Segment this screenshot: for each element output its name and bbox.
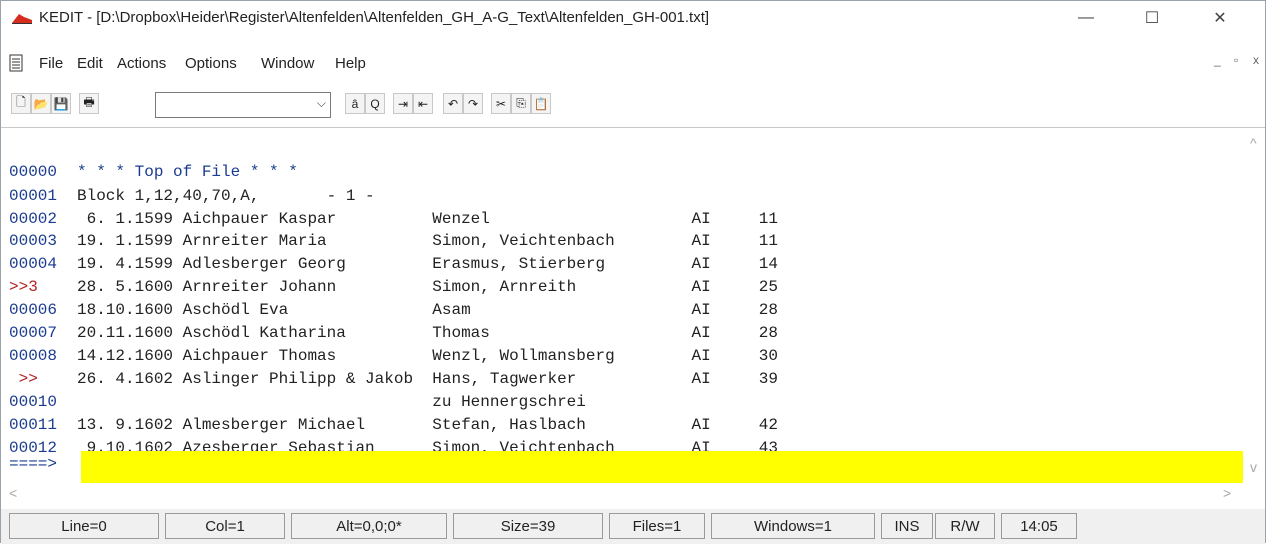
menu-window[interactable]: Window — [261, 55, 314, 72]
menu-bar: File Edit Actions Options Window Help _ … — [1, 53, 1265, 85]
toolbar-divider — [1, 127, 1265, 128]
editor-line[interactable]: 00011 13. 9.1602 Almesberger Michael Stef… — [9, 392, 1243, 434]
kedit-shoe-icon — [12, 14, 32, 24]
editor-line[interactable]: >>3 28. 5.1600 Arnreiter Johann Simon, A… — [9, 254, 1243, 296]
mdi-minimize-icon[interactable]: _ — [1214, 53, 1221, 67]
outdent-button[interactable]: ⇤ — [413, 93, 433, 114]
toolbar: 🗋 📂 💾 🖶 ⌵ â Q ⇥ ⇤ ↶ ↷ ✂ ⎘ 📋 — [9, 89, 709, 119]
vertical-scrollbar[interactable]: ^ v — [1245, 131, 1265, 485]
minimize-button[interactable]: — — [1063, 1, 1109, 35]
new-file-button[interactable]: 🗋 — [11, 93, 31, 114]
status-line: Line=0 — [9, 513, 159, 539]
new-file-icon: 🗋 — [16, 95, 26, 109]
find-icon: Q — [370, 96, 380, 111]
copy-button[interactable]: ⎘ — [511, 93, 531, 114]
open-folder-button[interactable]: 📂 — [31, 93, 51, 114]
cut-button[interactable]: ✂ — [491, 93, 511, 114]
editor-line[interactable]: 00012 9.10.1602 Azesberger Sebastian Sim… — [9, 415, 1243, 457]
menu-edit[interactable]: Edit — [77, 55, 103, 72]
minimize-icon: — — [1078, 9, 1094, 26]
command-line: ====> — [9, 451, 1243, 483]
undo-icon: ↶ — [447, 96, 459, 111]
editor-line[interactable]: 00002 6. 1.1599 Aichpauer Kaspar Wenzel … — [9, 186, 1243, 228]
outdent-icon: ⇤ — [417, 96, 429, 111]
editor-line[interactable]: 00007 20.11.1600 Aschödl Katharina Thomas… — [9, 300, 1243, 342]
print-icon: 🖶 — [83, 95, 95, 109]
print-button[interactable]: 🖶 — [79, 93, 99, 114]
status-bar: Line=0 Col=1 Alt=0,0;0* Size=39 Files=1 … — [1, 509, 1265, 544]
command-input[interactable] — [81, 451, 1243, 483]
mdi-close-icon[interactable]: x — [1253, 53, 1259, 67]
maximize-icon: ☐ — [1144, 10, 1160, 27]
scroll-up-icon[interactable]: ^ — [1250, 135, 1257, 151]
command-prefix: ====> — [9, 455, 58, 473]
open-folder-icon: 📂 — [33, 96, 49, 111]
indent-button[interactable]: ⇥ — [393, 93, 413, 114]
editor-line[interactable]: 00004 19. 4.1599 Adlesberger Georg Erasmu… — [9, 231, 1243, 273]
paste-button[interactable]: 📋 — [531, 93, 551, 114]
find-replace-button[interactable]: â — [345, 93, 365, 114]
editor-area[interactable]: 00000 * * * Top of File * * * 00001 Block … — [9, 139, 1243, 483]
editor-line[interactable]: 00008 14.12.1600 Aichpauer Thomas Wenzl, … — [9, 323, 1243, 365]
editor-line[interactable]: 00001 Block 1,12,40,70,A, - 1 - — [9, 163, 1243, 205]
title-bar[interactable]: KEDIT - [D:\Dropbox\Heider\Register\Alte… — [1, 1, 1265, 35]
status-windows: Windows=1 — [711, 513, 875, 539]
save-icon: 💾 — [53, 96, 69, 111]
redo-icon: ↷ — [467, 96, 479, 111]
cut-icon: ✂ — [495, 96, 507, 111]
status-files: Files=1 — [609, 513, 705, 539]
find-replace-icon: â — [351, 96, 359, 111]
editor-line[interactable]: 00010 zu Hennergschrei — [9, 369, 1243, 411]
menu-file[interactable]: File — [39, 55, 63, 72]
paste-icon: 📋 — [533, 96, 549, 111]
save-button[interactable]: 💾 — [51, 93, 71, 114]
status-time: 14:05 — [1001, 513, 1077, 539]
maximize-button[interactable]: ☐ — [1129, 1, 1175, 35]
editor-line[interactable]: 00006 18.10.1600 Aschödl Eva Asam AI 28 — [9, 277, 1243, 319]
mdi-restore-icon[interactable]: ▫ — [1234, 53, 1238, 67]
document-icon[interactable] — [9, 54, 23, 72]
status-col: Col=1 — [165, 513, 285, 539]
close-button[interactable]: ✕ — [1197, 1, 1243, 35]
scroll-left-icon[interactable]: < — [9, 485, 17, 501]
menu-actions[interactable]: Actions — [117, 55, 166, 72]
menu-help[interactable]: Help — [335, 55, 366, 72]
scroll-down-icon[interactable]: v — [1250, 459, 1257, 475]
editor-line[interactable]: 00003 19. 1.1599 Arnreiter Maria Simon, V… — [9, 208, 1243, 250]
indent-icon: ⇥ — [397, 96, 409, 111]
status-insert-mode: INS — [881, 513, 933, 539]
status-alt: Alt=0,0;0* — [291, 513, 447, 539]
status-read-write: R/W — [935, 513, 995, 539]
menu-options[interactable]: Options — [185, 55, 237, 72]
redo-button[interactable]: ↷ — [463, 93, 483, 114]
window-title: KEDIT - [D:\Dropbox\Heider\Register\Alte… — [39, 9, 710, 26]
find-button[interactable]: Q — [365, 93, 385, 114]
editor-line[interactable]: >> 26. 4.1602 Aslinger Philipp & Jakob H… — [9, 346, 1243, 388]
command-combo[interactable]: ⌵ — [155, 92, 331, 118]
status-size: Size=39 — [453, 513, 603, 539]
scroll-right-icon[interactable]: > — [1223, 485, 1231, 501]
editor-line[interactable]: 00000 * * * Top of File * * * — [9, 139, 1243, 181]
undo-button[interactable]: ↶ — [443, 93, 463, 114]
kedit-window: KEDIT - [D:\Dropbox\Heider\Register\Alte… — [0, 0, 1266, 544]
horizontal-scrollbar[interactable]: < > — [1, 485, 1245, 505]
copy-icon: ⎘ — [516, 96, 526, 110]
close-icon: ✕ — [1213, 10, 1227, 27]
chevron-down-icon[interactable]: ⌵ — [317, 96, 326, 111]
